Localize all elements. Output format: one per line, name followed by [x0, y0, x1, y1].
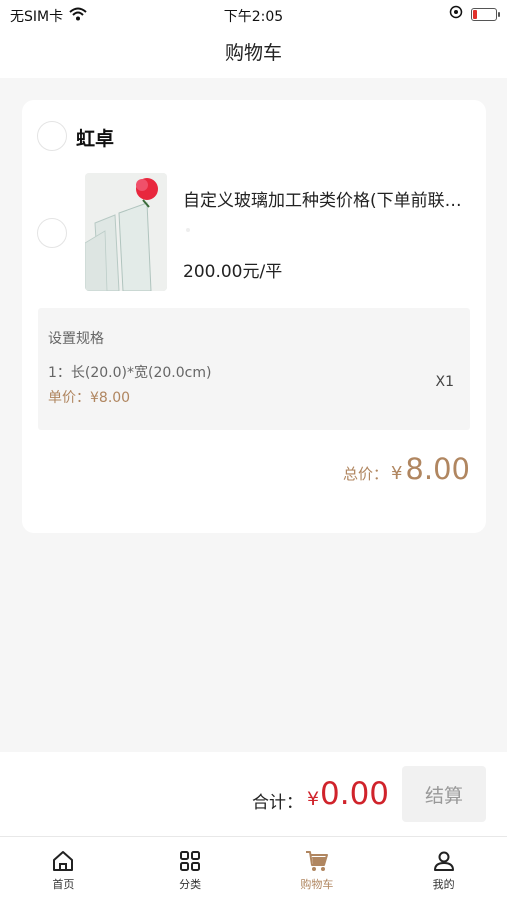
card-total-currency: ¥: [390, 463, 403, 484]
product-title[interactable]: 自定义玻璃加工种类价格(下单前联系客服): [183, 186, 473, 211]
checkout-button[interactable]: 结算: [402, 766, 486, 822]
tab-mine[interactable]: 我的: [380, 837, 507, 900]
spec-line: 1：长(20.0)*宽(20.0cm): [48, 365, 212, 381]
item-select-checkbox[interactable]: [37, 218, 67, 248]
shop-name: 虹卓: [76, 128, 115, 150]
spec-box[interactable]: 设置规格 1：长(20.0)*宽(20.0cm) X1 单价：¥8.00: [38, 308, 470, 430]
status-time: 下午2:05: [223, 9, 284, 25]
status-bar: 无SIM卡 下午2:05: [0, 0, 507, 30]
user-icon: [433, 851, 454, 871]
battery-icon: [471, 7, 500, 21]
product-thumbnail[interactable]: [85, 173, 167, 291]
tab-mine-label: 我的: [432, 878, 455, 891]
card-total: 总价： ¥ 8.00: [343, 452, 470, 486]
tab-cart[interactable]: 购物车: [254, 837, 381, 900]
product-dot: [186, 228, 190, 232]
tab-cart-label: 购物车: [300, 878, 334, 891]
orientation-lock-icon: [449, 5, 463, 23]
spec-title: 设置规格: [48, 331, 104, 347]
spec-quantity: X1: [435, 374, 455, 390]
cart-page: 无SIM卡 下午2:05 购物车 虹卓 自定义玻璃加工种类价格(下单前联系客服)…: [0, 0, 507, 900]
tab-bar: 首页 分类 购物车 我的: [0, 836, 507, 900]
card-total-amount: 8.00: [405, 452, 470, 486]
summary-bar: 合计： ¥ 0.00 结算: [0, 752, 507, 836]
summary-label: 合计：: [252, 793, 303, 813]
summary-amount: 0.00: [320, 776, 390, 812]
tab-category-label: 分类: [179, 878, 202, 891]
spec-unit-price: 单价：¥8.00: [48, 390, 131, 406]
tab-home-label: 首页: [52, 878, 75, 891]
summary-currency: ¥: [307, 788, 320, 810]
grid-icon: [180, 851, 201, 871]
product-price: 200.00元/平: [183, 262, 283, 282]
nav-bar: 购物车: [0, 30, 507, 78]
cart-icon: [305, 851, 328, 871]
card-total-label: 总价：: [342, 465, 388, 483]
tab-category[interactable]: 分类: [127, 837, 254, 900]
status-right: [449, 5, 500, 23]
shop-card: 虹卓 自定义玻璃加工种类价格(下单前联系客服) 200.00元/平 设置规格 1…: [22, 100, 486, 533]
page-title: 购物车: [224, 42, 282, 64]
home-icon: [53, 851, 74, 871]
tab-home[interactable]: 首页: [0, 837, 127, 900]
shop-select-checkbox[interactable]: [37, 121, 67, 151]
